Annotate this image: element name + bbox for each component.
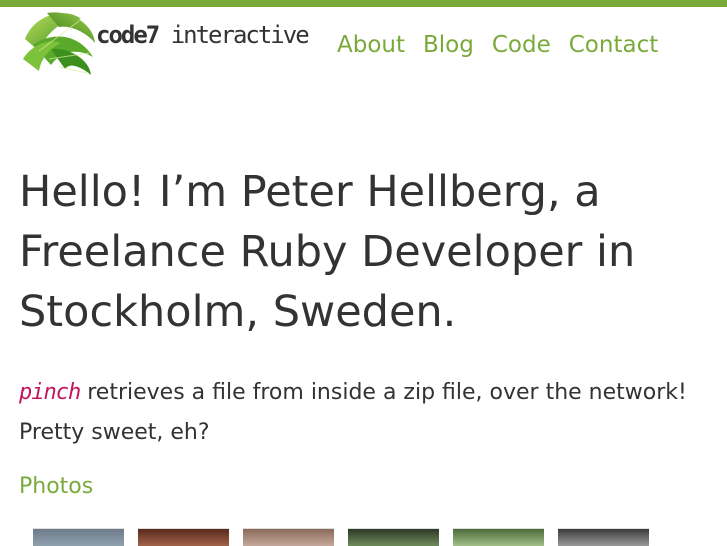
photo-thumbnail[interactable] <box>33 528 124 546</box>
project-link-pinch[interactable]: pinch <box>19 380 81 405</box>
photo-thumbnail[interactable] <box>138 528 229 546</box>
nav-code[interactable]: Code <box>492 30 551 60</box>
page-headline: Hello! I’m Peter Hellberg, a Freelance R… <box>19 167 636 337</box>
nav-contact[interactable]: Contact <box>569 30 658 60</box>
nav-blog[interactable]: Blog <box>423 30 474 60</box>
project-pitch: pinch retrieves a file from inside a zip… <box>19 373 709 453</box>
site-logo-link[interactable] <box>19 9 99 79</box>
site-brand[interactable]: code7 interactive <box>96 21 310 49</box>
top-accent-bar <box>0 0 727 7</box>
photo-thumbnail[interactable] <box>243 528 334 546</box>
brand-rest: interactive <box>158 21 310 49</box>
pitch-text: retrieves a file from inside a zip file,… <box>19 380 687 445</box>
site-header: code7 interactive About Blog Code Contac… <box>0 7 727 82</box>
main-nav: About Blog Code Contact <box>337 30 676 60</box>
photos-link[interactable]: Photos <box>19 474 93 499</box>
palm-leaf-icon <box>23 12 95 75</box>
photo-thumbnail[interactable] <box>558 528 649 546</box>
photo-thumbnail[interactable] <box>348 528 439 546</box>
photo-thumbnail[interactable] <box>453 528 544 546</box>
brand-bold: code7 <box>96 21 160 49</box>
nav-about[interactable]: About <box>337 30 405 60</box>
photo-strip <box>33 528 663 546</box>
